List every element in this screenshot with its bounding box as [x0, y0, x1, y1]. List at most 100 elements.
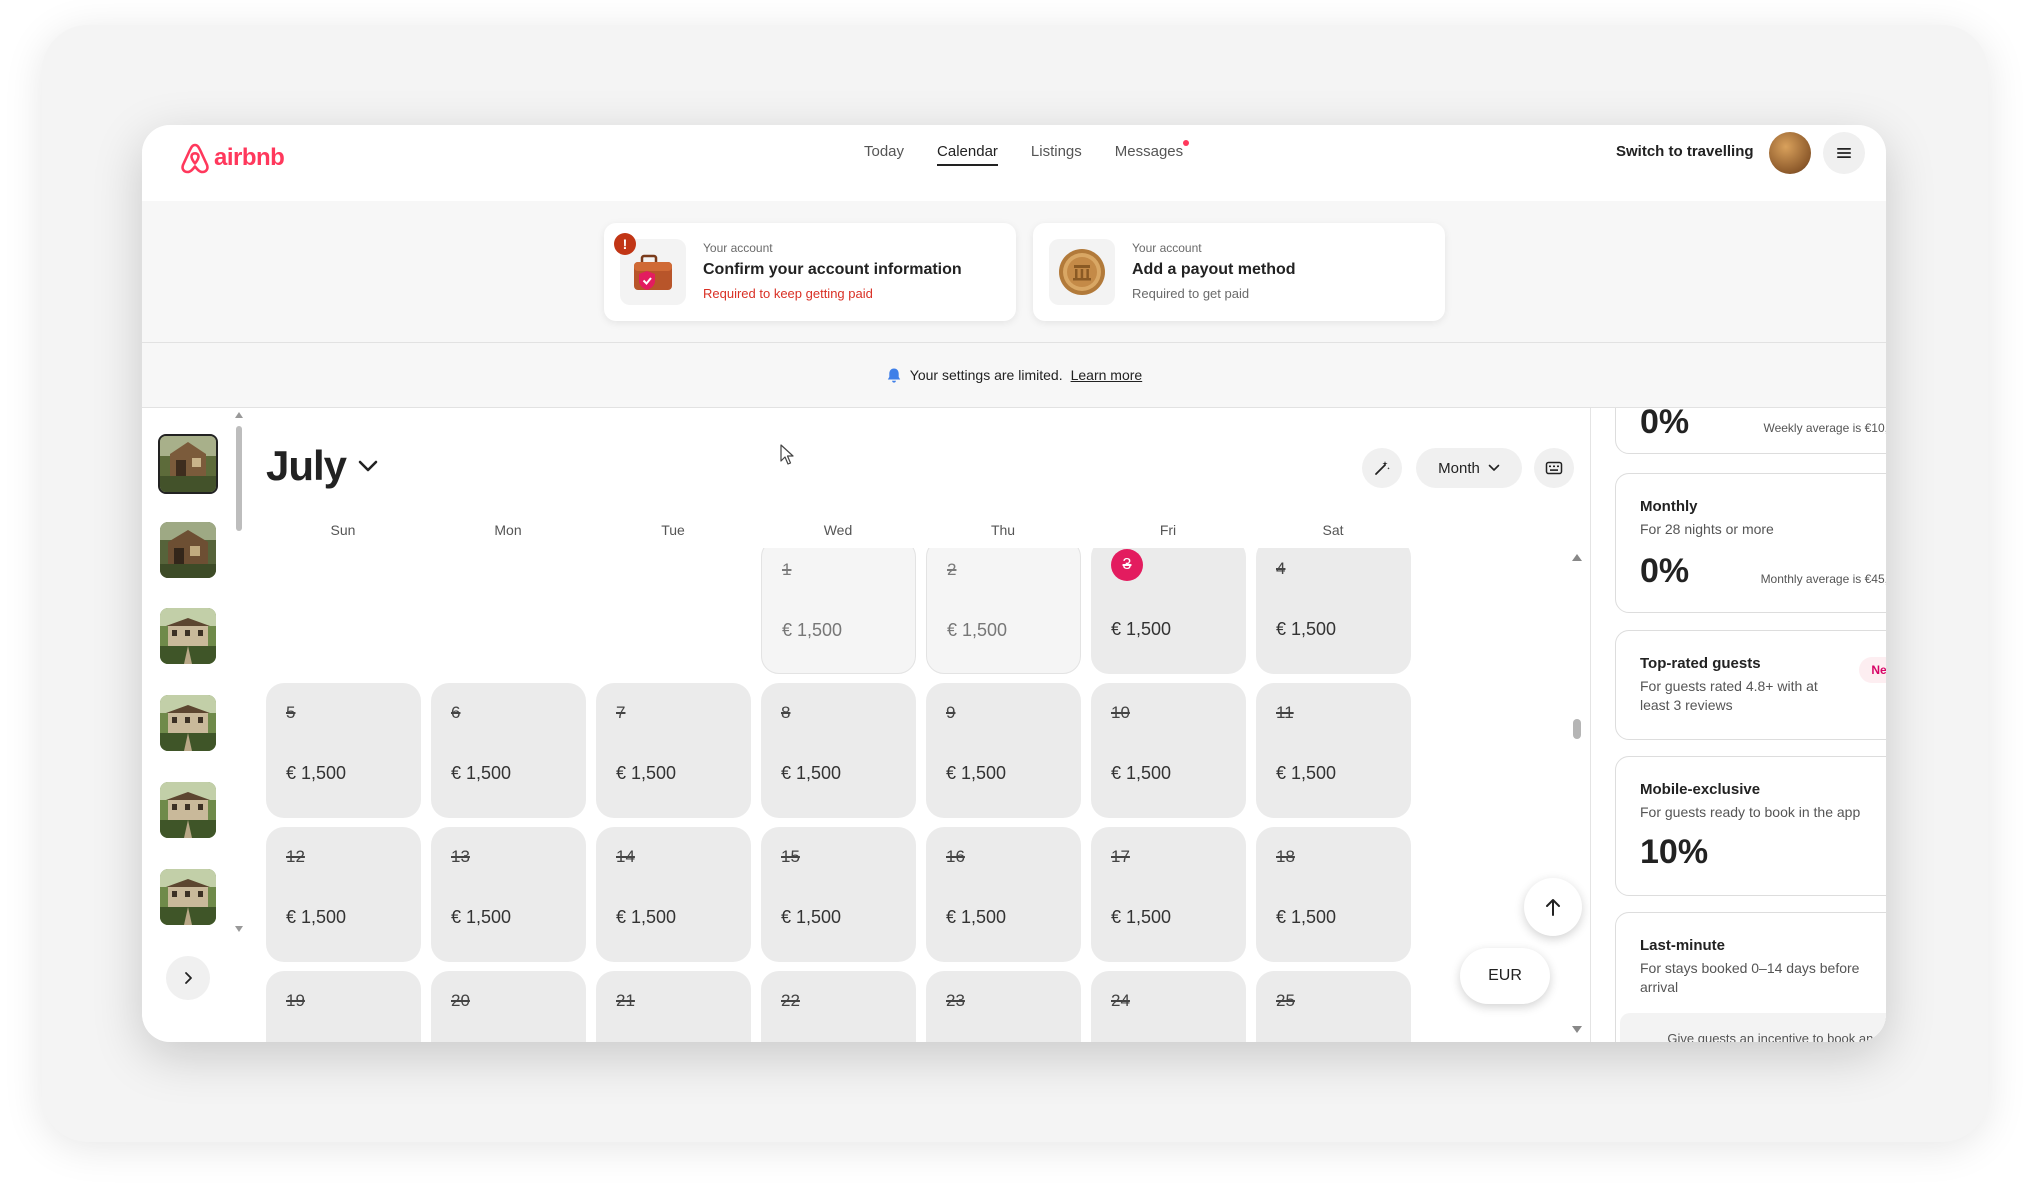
calendar-day[interactable]: 22	[761, 971, 916, 1042]
weekly-discount-card[interactable]: 0% Weekly average is €10,500	[1615, 408, 1886, 454]
month-selector[interactable]: July	[266, 442, 378, 490]
rail-expand-button[interactable]	[166, 956, 210, 1000]
day-price: € 1,500	[1111, 763, 1172, 783]
chevron-down-icon	[1488, 464, 1500, 471]
calendar-day[interactable]: 6 € 1,500	[431, 683, 586, 818]
avatar[interactable]	[1769, 132, 1811, 174]
switch-to-travelling-link[interactable]: Switch to travelling	[1616, 143, 1754, 160]
keyboard-shortcuts-button[interactable]	[1534, 448, 1574, 488]
calendar-day[interactable]: 8 € 1,500	[761, 683, 916, 818]
monthly-discount-card[interactable]: Monthly For 28 nights or more 0% Monthly…	[1615, 473, 1886, 613]
day-price: € 1,500	[782, 620, 843, 640]
card-subtitle: Required to get paid	[1132, 286, 1250, 301]
chevron-right-icon	[185, 972, 192, 984]
calendar-day[interactable]: 24	[1091, 971, 1246, 1042]
day-number: 20	[451, 991, 470, 1010]
calendar-day[interactable]: 21	[596, 971, 751, 1042]
day-price: € 1,500	[946, 907, 1007, 927]
calendar-day[interactable]: 14 € 1,500	[596, 827, 751, 962]
view-label: Month	[1438, 459, 1480, 477]
day-number: 12	[286, 847, 305, 866]
calendar-day[interactable]: 20	[431, 971, 586, 1042]
confirm-account-card[interactable]: ! Your account Confirm your account info…	[604, 223, 1016, 321]
day-number: 9	[946, 703, 956, 722]
rail-scroll-thumb[interactable]	[236, 426, 242, 531]
listing-thumb[interactable]	[160, 782, 216, 838]
day-price: € 1,500	[946, 763, 1007, 783]
weekday-label: Thu	[990, 522, 1016, 538]
nav-calendar[interactable]: Calendar	[937, 143, 998, 166]
incentive-note: Give guests an incentive to book and	[1620, 1013, 1886, 1042]
weekday-label: Sun	[330, 522, 356, 538]
card-title: Last-minute	[1640, 937, 1726, 954]
top-rated-guests-card[interactable]: Top-rated guests New For guests rated 4.…	[1615, 630, 1886, 740]
calendar-day[interactable]: 13 € 1,500	[431, 827, 586, 962]
calendar-day[interactable]: 5 € 1,500	[266, 683, 421, 818]
average-note: Weekly average is €10,500	[1763, 421, 1886, 435]
learn-more-link[interactable]: Learn more	[1071, 367, 1143, 383]
calendar-day[interactable]: 10 € 1,500	[1091, 683, 1246, 818]
card-title: Top-rated guests	[1640, 655, 1761, 672]
day-number: 13	[451, 847, 470, 866]
arrow-up-icon	[1546, 899, 1560, 916]
calendar-day[interactable]: 9 € 1,500	[926, 683, 1081, 818]
magic-wand-button[interactable]	[1362, 448, 1402, 488]
menu-button[interactable]	[1823, 132, 1865, 174]
day-number: 6	[451, 703, 461, 722]
day-number: 1	[782, 560, 792, 579]
currency-button[interactable]: EUR	[1460, 948, 1550, 1004]
day-number: 21	[616, 991, 635, 1010]
calendar-day[interactable]: 4 € 1,500	[1256, 548, 1411, 674]
day-number: 24	[1111, 991, 1130, 1010]
calendar-day[interactable]: 18 € 1,500	[1256, 827, 1411, 962]
day-number: 2	[947, 560, 957, 579]
bell-icon	[887, 368, 900, 383]
day-number: 15	[781, 847, 800, 866]
calendar-scroll-thumb[interactable]	[1573, 719, 1581, 739]
calendar-day[interactable]: 19	[266, 971, 421, 1042]
chevron-down-icon	[358, 460, 378, 472]
calendar-day[interactable]: 23	[926, 971, 1081, 1042]
airbnb-logo-icon	[181, 143, 209, 174]
day-price: € 1,500	[781, 907, 842, 927]
listing-thumb[interactable]	[160, 608, 216, 664]
new-badge: New	[1859, 657, 1886, 683]
listing-photo	[160, 608, 216, 664]
payout-method-card[interactable]: Your account Add a payout method Require…	[1033, 223, 1445, 321]
calendar-day[interactable]: 25	[1256, 971, 1411, 1042]
discount-value: 0%	[1640, 408, 1690, 441]
nav-today[interactable]: Today	[864, 143, 904, 166]
listing-thumb[interactable]	[160, 869, 216, 925]
airbnb-logo[interactable]: airbnb	[180, 139, 285, 177]
listing-thumb[interactable]	[158, 434, 218, 494]
brand-name: airbnb	[214, 144, 285, 171]
calendar-day[interactable]: 16 € 1,500	[926, 827, 1081, 962]
rail-scrollbar[interactable]	[235, 412, 243, 932]
card-title: Monthly	[1640, 498, 1698, 515]
last-minute-card[interactable]: Last-minute For stays booked 0–14 days b…	[1615, 912, 1886, 1042]
calendar-day[interactable]: 1 € 1,500	[761, 548, 916, 674]
scroll-up-arrow-icon	[235, 412, 243, 418]
calendar-day[interactable]: 7 € 1,500	[596, 683, 751, 818]
nav-links: Today Calendar Listings Messages	[864, 140, 1216, 166]
nav-messages[interactable]: Messages	[1115, 140, 1190, 166]
listing-thumb[interactable]	[160, 695, 216, 751]
calendar-day[interactable]: 2 € 1,500	[926, 548, 1081, 674]
calendar-day[interactable]: 11 € 1,500	[1256, 683, 1411, 818]
calendar-scrollbar[interactable]	[1572, 554, 1582, 1034]
view-selector[interactable]: Month	[1416, 448, 1522, 488]
hamburger-menu-icon	[1837, 148, 1851, 158]
day-number: 5	[286, 703, 296, 722]
listing-thumb[interactable]	[160, 522, 216, 578]
calendar-day[interactable]: 15 € 1,500	[761, 827, 916, 962]
card-desc: For stays booked 0–14 days before arriva…	[1640, 960, 1860, 995]
nav-listings[interactable]: Listings	[1031, 143, 1082, 166]
mobile-exclusive-card[interactable]: Mobile-exclusive For guests ready to boo…	[1615, 756, 1886, 896]
calendar-day[interactable]: 17 € 1,500	[1091, 827, 1246, 962]
calendar-day[interactable]: 12 € 1,500	[266, 827, 421, 962]
day-number: 8	[781, 703, 791, 722]
day-price: € 1,500	[1276, 907, 1337, 927]
calendar-day[interactable]: 3 € 1,500	[1091, 548, 1246, 674]
day-number: 17	[1111, 847, 1130, 866]
alert-badge: !	[614, 233, 636, 255]
